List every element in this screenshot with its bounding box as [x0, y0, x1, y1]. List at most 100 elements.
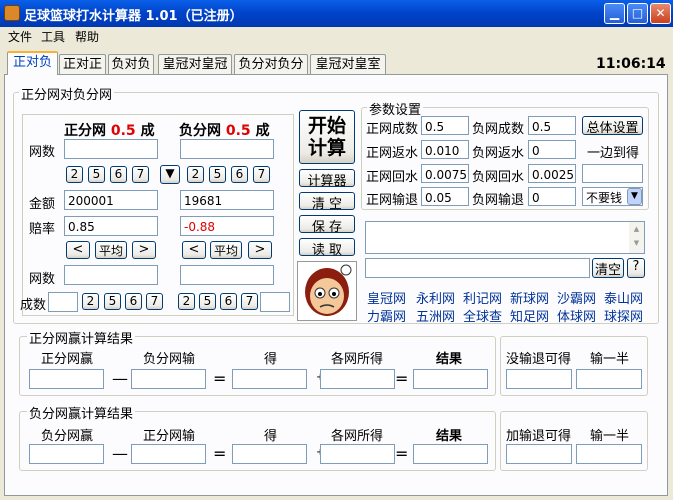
left-chip-5[interactable]: 5	[88, 166, 105, 183]
result2-field4[interactable]	[320, 444, 395, 464]
left-cheng-chip-5[interactable]: 5	[104, 293, 121, 310]
left-amount-input[interactable]: 200001	[64, 190, 158, 210]
right-next-button[interactable]: >	[248, 241, 272, 259]
result2-field5[interactable]	[413, 444, 488, 464]
result1-field1[interactable]	[29, 369, 104, 389]
link-tiqiu[interactable]: 体球网	[557, 306, 596, 325]
tab-fufen-dui-fufen[interactable]: 负分对负分	[234, 54, 308, 74]
textarea-scrollbar[interactable]: ▲ ▼	[629, 222, 644, 253]
right-rate-input[interactable]: -0.88	[180, 216, 274, 236]
tab-huangguan-dui-huangshi[interactable]: 皇冠对皇室	[310, 54, 386, 74]
result1-field4[interactable]	[320, 369, 395, 389]
result2-side-field2[interactable]	[576, 444, 642, 464]
left-prev-button[interactable]: <	[66, 241, 90, 259]
result1-side-field1[interactable]	[506, 369, 572, 389]
link-xinqiu[interactable]: 新球网	[510, 288, 549, 307]
side-input[interactable]	[582, 164, 643, 183]
zheng-fan-input[interactable]: 0.010	[421, 140, 469, 159]
link-quanqiu[interactable]: 全球查	[463, 306, 502, 325]
right-wangshu2-input[interactable]	[180, 265, 274, 285]
calculator-button[interactable]: 计算器	[299, 169, 355, 189]
result1-side-field2[interactable]	[576, 369, 642, 389]
link-huangguan[interactable]: 皇冠网	[367, 288, 406, 307]
fu-fan-input[interactable]: 0	[528, 140, 576, 159]
result1-col1-label: 正分网赢	[41, 352, 94, 367]
zheng-hui-input[interactable]: 0.0075	[421, 164, 469, 183]
result1-field5[interactable]	[413, 369, 488, 389]
right-chip-2[interactable]: 2	[187, 166, 204, 183]
link-qiutan[interactable]: 球探网	[604, 306, 643, 325]
menu-file[interactable]: 文件	[8, 28, 32, 45]
link-liba[interactable]: 力霸网	[367, 306, 406, 325]
link-shaba[interactable]: 沙霸网	[557, 288, 596, 307]
result2-side-field1[interactable]	[506, 444, 572, 464]
right-chip-5[interactable]: 5	[209, 166, 226, 183]
right-prev-button[interactable]: <	[182, 241, 206, 259]
tab-fu-dui-fu[interactable]: 负对负	[108, 54, 154, 74]
maximize-icon[interactable]: □	[627, 3, 648, 24]
right-chengshu-input[interactable]	[260, 292, 290, 312]
left-avg-button[interactable]: 平均	[95, 241, 127, 259]
save-button[interactable]: 保 存	[299, 215, 355, 235]
right-amount-input[interactable]: 19681	[180, 190, 274, 210]
minimize-icon[interactable]: ▁	[604, 3, 625, 24]
fu-hui-input[interactable]: 0.0025	[528, 164, 576, 183]
left-rate-input[interactable]: 0.85	[64, 216, 158, 236]
menu-help[interactable]: 帮助	[75, 28, 99, 45]
left-chip-7[interactable]: 7	[132, 166, 149, 183]
fu-cheng-input[interactable]: 0.5	[528, 116, 576, 135]
zheng-cheng-input[interactable]: 0.5	[421, 116, 469, 135]
link-liji[interactable]: 利记网	[463, 288, 502, 307]
clear-button[interactable]: 清 空	[299, 192, 355, 212]
right-cheng-chip-5[interactable]: 5	[199, 293, 216, 310]
tab-zheng-dui-zheng[interactable]: 正对正	[59, 54, 106, 74]
money-select-value: 不要钱	[586, 191, 623, 205]
left-chip-6[interactable]: 6	[110, 166, 127, 183]
result2-field2[interactable]	[131, 444, 206, 464]
result2-field3[interactable]	[232, 444, 307, 464]
right-chip-7[interactable]: 7	[253, 166, 270, 183]
menu-tools[interactable]: 工具	[41, 28, 65, 45]
left-wangshu2-input[interactable]	[64, 265, 158, 285]
chevron-down-icon[interactable]: ▼	[627, 188, 642, 205]
right-cheng-chip-2[interactable]: 2	[178, 293, 195, 310]
zheng-shu-input[interactable]: 0.05	[421, 187, 469, 206]
left-wangshu-input[interactable]	[64, 139, 158, 159]
result1-minus: —	[112, 369, 128, 388]
result1-field2[interactable]	[131, 369, 206, 389]
right-cheng-chip-6[interactable]: 6	[220, 293, 237, 310]
help-button[interactable]: ?	[627, 258, 645, 278]
label-fu-fan: 负网返水	[472, 146, 525, 161]
result2-equals-2: =	[395, 444, 409, 463]
label-wangshu-2: 网数	[29, 272, 56, 287]
tab-huangguan-dui-huangguan[interactable]: 皇冠对皇冠	[158, 54, 232, 74]
right-wangshu-input[interactable]	[180, 139, 274, 159]
link-wuzhou[interactable]: 五洲网	[416, 306, 455, 325]
link-yongli[interactable]: 永利网	[416, 288, 455, 307]
left-next-button[interactable]: >	[132, 241, 156, 259]
read-button[interactable]: 读 取	[299, 238, 355, 258]
right-cheng-chip-7[interactable]: 7	[241, 293, 258, 310]
overall-settings-button[interactable]: 总体设置	[582, 116, 643, 136]
swap-arrow-button[interactable]: ▼	[160, 165, 180, 184]
left-header: 正分网 0.5 成	[64, 123, 155, 139]
right-avg-button[interactable]: 平均	[210, 241, 242, 259]
left-cheng-chip-7[interactable]: 7	[146, 293, 163, 310]
left-chengshu-input[interactable]	[48, 292, 78, 312]
left-chip-2[interactable]: 2	[66, 166, 83, 183]
link-zhizu[interactable]: 知足网	[510, 306, 549, 325]
label-wangshu: 网数	[29, 145, 56, 160]
start-calc-button[interactable]: 开始 计算	[299, 110, 355, 164]
fu-shu-input[interactable]: 0	[528, 187, 576, 206]
tab-zheng-dui-fu[interactable]: 正对负	[7, 51, 58, 75]
message-input[interactable]	[365, 258, 590, 278]
link-taishan[interactable]: 泰山网	[604, 288, 643, 307]
result2-field1[interactable]	[29, 444, 104, 464]
message-textarea[interactable]	[365, 221, 645, 254]
left-cheng-chip-2[interactable]: 2	[82, 293, 99, 310]
clear-small-button[interactable]: 清空	[592, 258, 624, 278]
result1-field3[interactable]	[232, 369, 307, 389]
left-cheng-chip-6[interactable]: 6	[125, 293, 142, 310]
close-icon[interactable]: ✕	[650, 3, 671, 24]
right-chip-6[interactable]: 6	[231, 166, 248, 183]
